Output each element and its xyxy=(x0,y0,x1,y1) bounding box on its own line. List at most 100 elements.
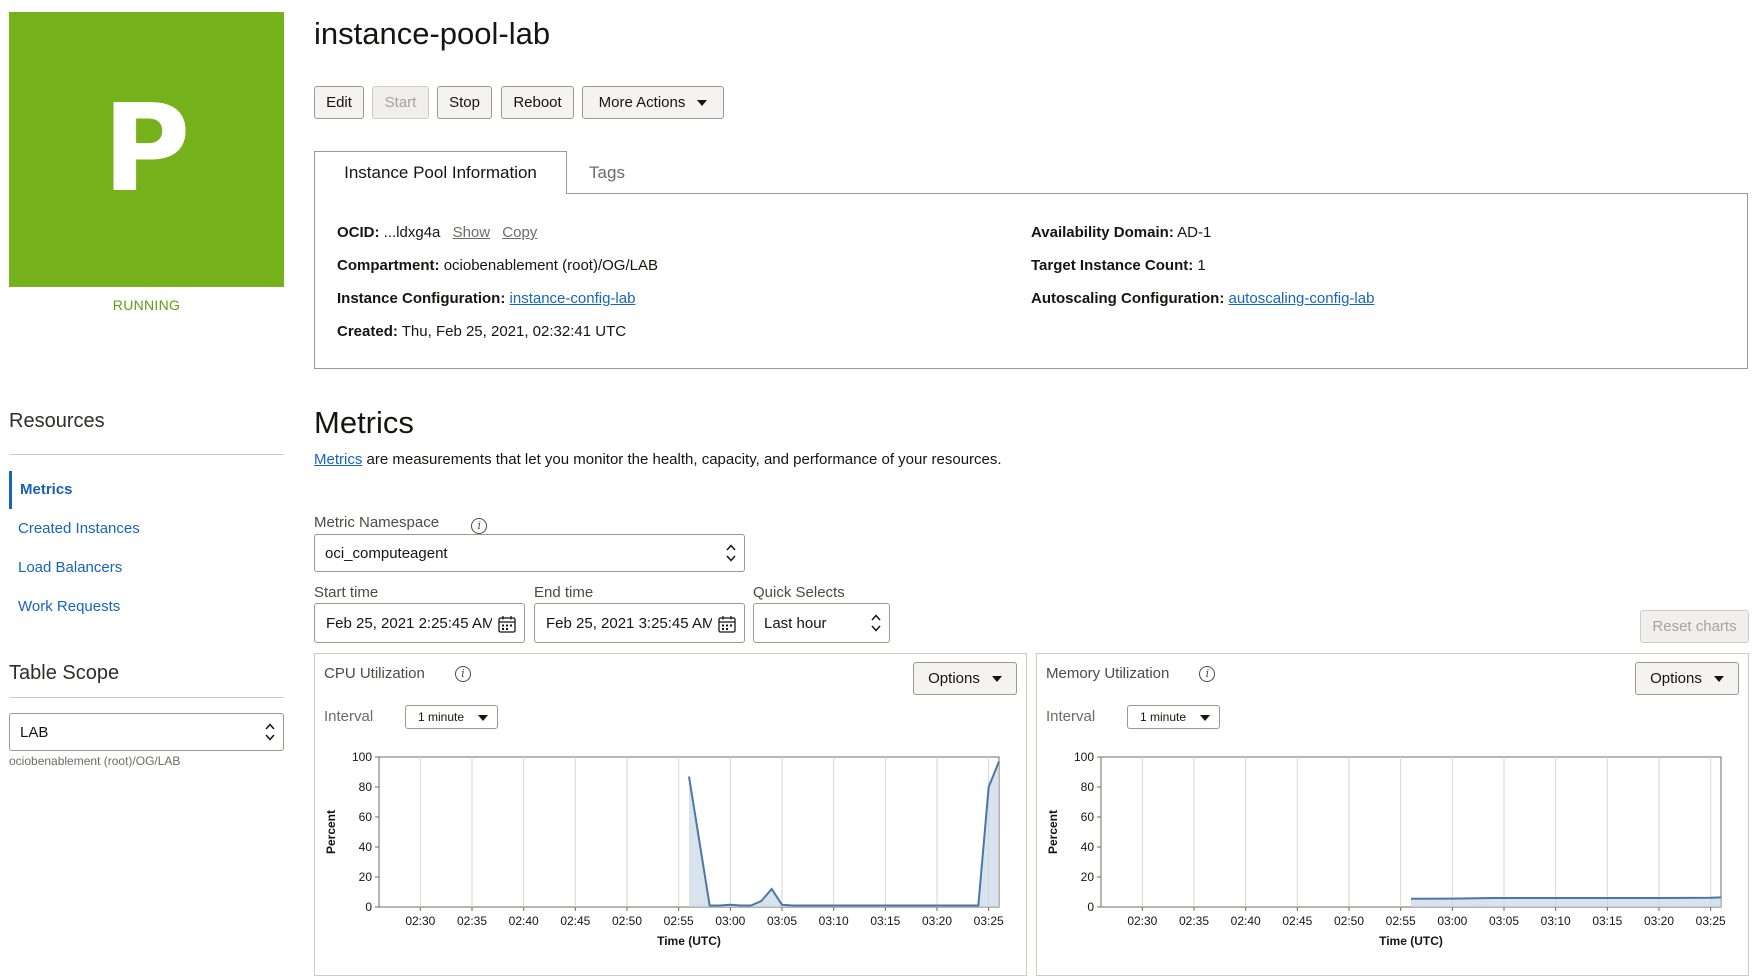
series-area xyxy=(689,761,999,907)
x-tick-label: 03:05 xyxy=(767,914,797,928)
options-label: Options xyxy=(1650,670,1702,687)
availability-domain-label: Availability Domain: xyxy=(1031,224,1174,241)
autoscaling-config-link[interactable]: autoscaling-config-lab xyxy=(1229,290,1375,307)
calendar-icon[interactable] xyxy=(498,615,516,633)
end-time-value: Feb 25, 2021 3:25:45 AM xyxy=(546,614,712,632)
metrics-description: Metrics are measurements that let you mo… xyxy=(314,451,1002,468)
stop-button[interactable]: Stop xyxy=(437,86,492,119)
x-tick-label: 02:30 xyxy=(1127,914,1157,928)
chevron-up-down-icon xyxy=(726,544,736,562)
start-button[interactable]: Start xyxy=(372,86,429,119)
instance-config-row: Instance Configuration: instance-config-… xyxy=(337,290,635,307)
metrics-doc-link[interactable]: Metrics xyxy=(314,451,362,468)
chevron-up-down-icon xyxy=(265,723,275,741)
sidebar-item-load-balancers[interactable]: Load Balancers xyxy=(9,549,284,587)
x-tick-label: 02:45 xyxy=(560,914,590,928)
target-count-value: 1 xyxy=(1197,257,1206,274)
memory-utilization-card: Memory Utilization i Options Interval 1 … xyxy=(1036,653,1749,976)
options-button[interactable]: Options xyxy=(913,662,1017,695)
y-tick-label: 60 xyxy=(359,810,373,824)
cpu-utilization-chart: 02:30 02:35 02:40 02:45 02:50 02:55 03:00 03:05… xyxy=(324,750,1004,948)
x-tick-label: 03:10 xyxy=(1541,914,1571,928)
x-tick-label: 03:25 xyxy=(974,914,1004,928)
info-icon[interactable]: i xyxy=(471,517,488,534)
start-time-input[interactable]: Feb 25, 2021 2:25:45 AM xyxy=(314,603,525,643)
interval-value: 1 minute xyxy=(1140,710,1187,724)
edit-button[interactable]: Edit xyxy=(314,86,364,119)
table-scope-select[interactable]: LAB xyxy=(9,713,284,751)
x-tick-label: 03:15 xyxy=(1592,914,1622,928)
x-axis-title: Time (UTC) xyxy=(657,934,721,948)
compartment-row: Compartment: ociobenablement (root)/OG/L… xyxy=(337,257,658,274)
metric-namespace-label-text: Metric Namespace xyxy=(314,514,440,531)
ocid-show-link[interactable]: Show xyxy=(453,224,491,241)
table-scope-heading: Table Scope xyxy=(9,662,120,684)
x-tick-label: 03:00 xyxy=(715,914,745,928)
quick-selects-select[interactable]: Last hour xyxy=(753,603,890,643)
y-tick-label: 40 xyxy=(1081,840,1095,854)
table-scope-divider xyxy=(9,697,284,698)
cpu-utilization-card: CPU Utilization i Options Interval 1 min… xyxy=(314,653,1027,976)
sidebar-item-metrics[interactable]: Metrics xyxy=(9,471,284,509)
x-tick-label: 03:20 xyxy=(922,914,952,928)
instance-pool-info-panel: OCID: ...ldxg4a Show Copy Compartment: o… xyxy=(314,193,1748,369)
ocid-copy-link[interactable]: Copy xyxy=(502,224,537,241)
metric-namespace-select[interactable]: oci_computeagent xyxy=(314,534,745,572)
x-tick-label: 02:35 xyxy=(457,914,487,928)
interval-label: Interval xyxy=(1046,708,1096,725)
y-axis-title: Percent xyxy=(324,810,338,854)
table-scope-path: ociobenablement (root)/OG/LAB xyxy=(9,754,181,768)
autoscaling-row: Autoscaling Configuration: autoscaling-c… xyxy=(1031,290,1374,307)
resource-icon-letter: P xyxy=(102,80,191,219)
resources-heading: Resources xyxy=(9,410,105,432)
x-tick-label: 02:40 xyxy=(1231,914,1261,928)
start-time-value: Feb 25, 2021 2:25:45 AM xyxy=(326,614,492,632)
metric-namespace-label: Metric Namespace i xyxy=(314,514,488,534)
tab-tags[interactable]: Tags xyxy=(557,151,657,194)
compartment-label: Compartment: xyxy=(337,257,440,274)
caret-down-icon xyxy=(1713,675,1724,682)
instance-config-link[interactable]: instance-config-lab xyxy=(510,290,636,307)
y-tick-label: 80 xyxy=(359,780,373,794)
x-tick-label: 02:45 xyxy=(1282,914,1312,928)
interval-value: 1 minute xyxy=(418,710,465,724)
ocid-value: ...ldxg4a xyxy=(383,224,441,241)
x-tick-label: 02:40 xyxy=(509,914,539,928)
availability-domain-row: Availability Domain: AD-1 xyxy=(1031,224,1211,241)
x-tick-label: 03:10 xyxy=(819,914,849,928)
options-button[interactable]: Options xyxy=(1635,662,1739,695)
info-icon[interactable]: i xyxy=(454,665,471,682)
created-value: Thu, Feb 25, 2021, 02:32:41 UTC xyxy=(401,323,627,340)
end-time-input[interactable]: Feb 25, 2021 3:25:45 AM xyxy=(534,603,745,643)
interval-select[interactable]: 1 minute xyxy=(1127,705,1220,729)
calendar-icon[interactable] xyxy=(718,615,736,633)
x-tick-label: 03:20 xyxy=(1644,914,1674,928)
info-icon[interactable]: i xyxy=(1199,665,1216,682)
caret-down-icon xyxy=(697,99,708,106)
lifecycle-status: RUNNING xyxy=(112,297,181,313)
sidebar-item-created-instances[interactable]: Created Instances xyxy=(9,510,284,548)
x-tick-label: 03:15 xyxy=(870,914,900,928)
x-tick-label: 02:55 xyxy=(1386,914,1416,928)
series-line xyxy=(1410,896,1722,900)
metric-namespace-value: oci_computeagent xyxy=(325,544,448,562)
interval-select[interactable]: 1 minute xyxy=(405,705,498,729)
interval-label: Interval xyxy=(324,708,374,725)
quick-selects-value: Last hour xyxy=(764,614,827,632)
x-tick-label: 03:25 xyxy=(1696,914,1726,928)
reset-charts-button[interactable]: Reset charts xyxy=(1640,610,1749,643)
x-tick-label: 03:00 xyxy=(1437,914,1467,928)
more-actions-button[interactable]: More Actions xyxy=(582,86,724,119)
reboot-button[interactable]: Reboot xyxy=(501,86,574,119)
page-title: instance-pool-lab xyxy=(314,16,551,51)
x-tick-label: 02:30 xyxy=(405,914,435,928)
series-line xyxy=(688,761,1000,907)
x-tick-label: 02:35 xyxy=(1179,914,1209,928)
x-tick-label: 02:50 xyxy=(1334,914,1364,928)
sidebar-item-work-requests[interactable]: Work Requests xyxy=(9,588,284,626)
y-tick-label: 100 xyxy=(352,750,372,764)
metrics-description-text: are measurements that let you monitor th… xyxy=(362,451,1002,468)
y-tick-label: 100 xyxy=(1074,750,1094,764)
tab-instance-pool-information[interactable]: Instance Pool Information xyxy=(314,151,567,194)
autoscaling-label: Autoscaling Configuration: xyxy=(1031,290,1225,307)
